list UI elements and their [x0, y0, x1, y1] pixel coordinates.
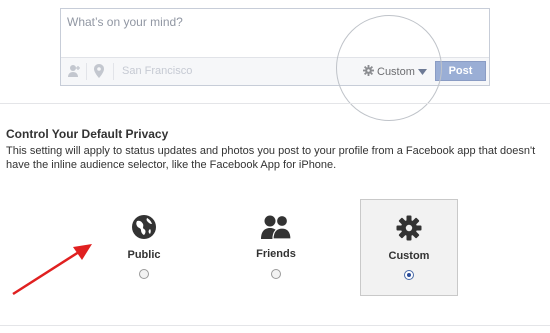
divider	[0, 103, 550, 104]
option-label: Custom	[388, 250, 430, 262]
tag-people-icon[interactable]	[67, 64, 81, 78]
chevron-down-icon	[417, 66, 427, 78]
privacy-option-public[interactable]: Public	[95, 199, 193, 296]
location-pin-icon[interactable]	[92, 64, 106, 78]
location-field[interactable]: San Francisco	[122, 65, 192, 77]
composer-toolbar: San Francisco Custom Post	[61, 57, 489, 85]
post-button[interactable]: Post	[435, 61, 486, 81]
audience-label: Custom	[377, 65, 415, 78]
globe-icon	[95, 214, 193, 244]
status-composer: What’s on your mind? San Francisco Custo…	[60, 8, 490, 86]
divider	[0, 325, 550, 326]
privacy-option-friends[interactable]: Friends	[227, 199, 325, 296]
toolbar-divider	[113, 63, 114, 80]
audience-selector[interactable]: Custom	[363, 63, 427, 80]
gear-icon	[363, 64, 374, 79]
option-label: Friends	[256, 248, 296, 260]
gear-icon	[361, 215, 457, 245]
radio-public[interactable]	[139, 269, 149, 279]
section-description: This setting will apply to status update…	[6, 145, 536, 171]
privacy-option-custom[interactable]: Custom	[360, 199, 458, 296]
radio-friends[interactable]	[271, 269, 281, 279]
status-input[interactable]: What’s on your mind?	[67, 15, 183, 29]
red-arrow-annotation	[12, 244, 92, 296]
radio-custom[interactable]	[404, 270, 414, 280]
toolbar-divider	[86, 63, 87, 80]
section-title: Control Your Default Privacy	[6, 127, 169, 141]
friends-icon	[227, 214, 325, 244]
option-label: Public	[127, 249, 161, 261]
